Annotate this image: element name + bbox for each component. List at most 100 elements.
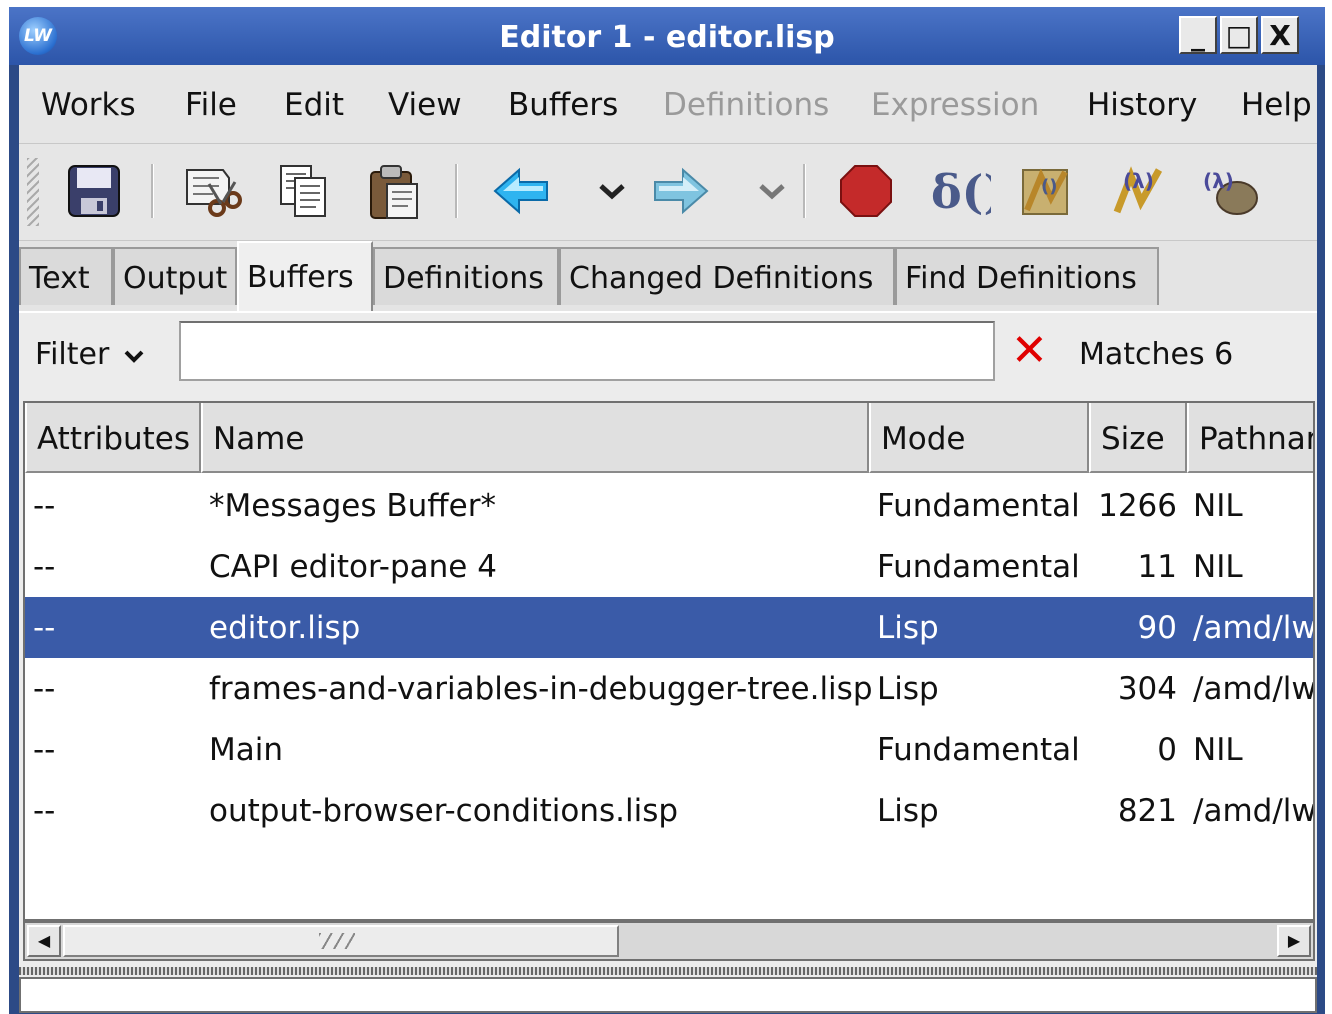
menu-buffers[interactable]: Buffers bbox=[508, 65, 618, 143]
editor-window: LW Editor 1 - editor.lisp _ □ X Works Fi… bbox=[9, 7, 1325, 1014]
tab-find-definitions[interactable]: Find Definitions bbox=[895, 247, 1159, 305]
tab-bar: Text Output Buffers Definitions Changed … bbox=[19, 241, 1317, 311]
cell-mode: Fundamental bbox=[877, 732, 1080, 768]
cell-size: 821 bbox=[1117, 793, 1177, 829]
forward-arrow-icon[interactable] bbox=[647, 158, 713, 224]
chevron-down-icon bbox=[124, 350, 144, 363]
toolbar-separator bbox=[803, 164, 806, 218]
cell-mode: Lisp bbox=[877, 793, 939, 829]
thumb-grip bbox=[319, 933, 355, 949]
paste-icon[interactable] bbox=[361, 158, 427, 224]
menu-view[interactable]: View bbox=[388, 65, 462, 143]
toolbar: δ() () (λ) (λ) bbox=[19, 144, 1317, 241]
lambda-eval-icon[interactable]: δ() bbox=[925, 158, 991, 224]
echo-area[interactable] bbox=[19, 977, 1317, 1013]
menu-definitions[interactable]: Definitions bbox=[663, 65, 829, 143]
tab-output[interactable]: Output bbox=[113, 247, 237, 305]
cell-name: CAPI editor-pane 4 bbox=[209, 549, 497, 585]
cell-pathname: NIL bbox=[1193, 549, 1243, 585]
svg-text:(λ): (λ) bbox=[1203, 169, 1234, 193]
cell-name: frames-and-variables-in-debugger-tree.li… bbox=[209, 671, 873, 707]
title-bar[interactable]: LW Editor 1 - editor.lisp _ □ X bbox=[9, 7, 1325, 65]
column-header-pathname[interactable]: Pathnar bbox=[1187, 403, 1313, 473]
cell-pathname: /amd/lw bbox=[1193, 610, 1315, 646]
toolbar-grip[interactable] bbox=[27, 158, 39, 226]
cell-mode: Fundamental bbox=[877, 488, 1080, 524]
cell-attributes: -- bbox=[33, 671, 56, 707]
back-arrow-icon[interactable] bbox=[489, 158, 555, 224]
menu-expression[interactable]: Expression bbox=[871, 65, 1039, 143]
cell-size: 1266 bbox=[1098, 488, 1177, 524]
filter-menu-button[interactable]: Filter bbox=[35, 327, 145, 383]
column-header-mode[interactable]: Mode bbox=[869, 403, 1089, 473]
tab-text[interactable]: Text bbox=[19, 247, 113, 305]
table-row-selected[interactable]: -- editor.lisp Lisp 90 /amd/lw bbox=[25, 597, 1315, 658]
evaluate-icon[interactable]: (λ) bbox=[1107, 158, 1173, 224]
menu-edit[interactable]: Edit bbox=[284, 65, 344, 143]
cell-size: 90 bbox=[1137, 610, 1177, 646]
cell-pathname: NIL bbox=[1193, 732, 1243, 768]
svg-text:δ(): δ() bbox=[931, 165, 991, 219]
forward-history-dropdown-icon[interactable] bbox=[739, 158, 805, 224]
table-row[interactable]: -- frames-and-variables-in-debugger-tree… bbox=[25, 658, 1315, 719]
cell-name: editor.lisp bbox=[209, 610, 361, 646]
table-row[interactable]: -- output-browser-conditions.lisp Lisp 8… bbox=[25, 780, 1315, 841]
column-header-name[interactable]: Name bbox=[201, 403, 869, 473]
cut-icon[interactable] bbox=[179, 158, 245, 224]
cell-name: Main bbox=[209, 732, 284, 768]
cell-pathname: /amd/lw bbox=[1193, 671, 1315, 707]
tab-definitions[interactable]: Definitions bbox=[373, 247, 559, 305]
tab-changed-definitions[interactable]: Changed Definitions bbox=[559, 247, 895, 305]
tab-buffers[interactable]: Buffers bbox=[237, 241, 373, 311]
column-header-attributes[interactable]: Attributes bbox=[25, 403, 201, 473]
maximize-button[interactable]: □ bbox=[1220, 16, 1258, 54]
toolbar-separator bbox=[151, 164, 154, 218]
table-row[interactable]: -- *Messages Buffer* Fundamental 1266 NI… bbox=[25, 475, 1313, 536]
cell-size: 11 bbox=[1137, 549, 1177, 585]
debug-icon[interactable]: (λ) bbox=[1197, 158, 1263, 224]
pane-splitter[interactable] bbox=[19, 967, 1317, 975]
copy-icon[interactable] bbox=[271, 158, 337, 224]
scroll-right-arrow-icon[interactable]: ▶ bbox=[1277, 925, 1311, 957]
compile-icon[interactable]: () bbox=[1015, 158, 1081, 224]
close-button[interactable]: X bbox=[1261, 16, 1299, 54]
window-title: Editor 1 - editor.lisp bbox=[499, 20, 835, 55]
matches-count: Matches 6 bbox=[1079, 337, 1234, 372]
cell-size: 0 bbox=[1157, 732, 1177, 768]
toolbar-separator bbox=[455, 164, 458, 218]
cell-name: output-browser-conditions.lisp bbox=[209, 793, 679, 829]
menu-bar: Works File Edit View Buffers Definitions… bbox=[19, 65, 1317, 144]
table-row[interactable]: -- CAPI editor-pane 4 Fundamental 11 NIL bbox=[25, 536, 1313, 597]
cell-pathname: /amd/lw bbox=[1193, 793, 1315, 829]
menu-help[interactable]: Help bbox=[1241, 65, 1312, 143]
cell-attributes: -- bbox=[33, 732, 56, 768]
menu-file[interactable]: File bbox=[185, 65, 237, 143]
cell-attributes: -- bbox=[33, 549, 56, 585]
cell-attributes: -- bbox=[33, 488, 56, 524]
minimize-button[interactable]: _ bbox=[1179, 16, 1217, 54]
scroll-left-arrow-icon[interactable]: ◀ bbox=[27, 925, 61, 957]
save-icon[interactable] bbox=[61, 158, 127, 224]
svg-text:(λ): (λ) bbox=[1123, 169, 1154, 193]
cell-mode: Fundamental bbox=[877, 549, 1080, 585]
window-client: Works File Edit View Buffers Definitions… bbox=[19, 65, 1317, 1013]
column-header-size[interactable]: Size bbox=[1089, 403, 1187, 473]
clear-filter-icon[interactable]: ✕ bbox=[1011, 323, 1048, 379]
scrollbar-thumb[interactable] bbox=[63, 925, 619, 957]
cell-mode: Lisp bbox=[877, 671, 939, 707]
svg-text:(): () bbox=[1041, 176, 1057, 197]
horizontal-scrollbar[interactable]: ◀ ▶ bbox=[23, 921, 1315, 961]
cell-name: *Messages Buffer* bbox=[209, 488, 496, 524]
menu-works[interactable]: Works bbox=[41, 65, 136, 143]
table-row[interactable]: -- Main Fundamental 0 NIL bbox=[25, 719, 1313, 780]
cell-pathname: NIL bbox=[1193, 488, 1243, 524]
cell-mode: Lisp bbox=[877, 610, 939, 646]
filter-input[interactable] bbox=[179, 321, 995, 381]
back-history-dropdown-icon[interactable] bbox=[579, 158, 645, 224]
menu-history[interactable]: History bbox=[1087, 65, 1197, 143]
filter-label: Filter bbox=[35, 337, 110, 372]
stop-icon[interactable] bbox=[833, 158, 899, 224]
cell-size: 304 bbox=[1117, 671, 1177, 707]
buffers-list[interactable]: Attributes Name Mode Size Pathnar -- *Me… bbox=[23, 401, 1315, 921]
buffers-panel: Filter ✕ Matches 6 Attributes Name Mode … bbox=[19, 311, 1317, 1013]
